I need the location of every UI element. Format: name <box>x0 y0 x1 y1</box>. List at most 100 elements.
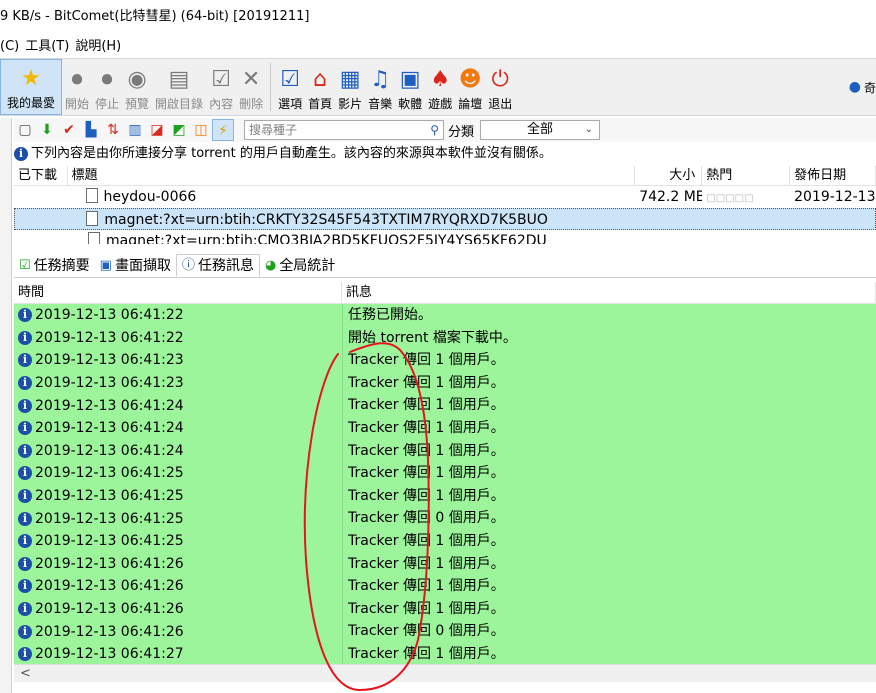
toolbar-right[interactable]: ● 奇 <box>849 59 876 115</box>
open-folder-button[interactable]: ▤ 開啟目錄 <box>152 59 206 115</box>
lightning-icon[interactable]: ⚡ <box>212 119 234 141</box>
info-icon: i <box>18 602 32 617</box>
tab-task-info[interactable]: ⓘ 任務訊息 <box>175 254 260 277</box>
log-row[interactable]: i 2019-12-13 06:41:26 Tracker 傳回 1 個用戶。 <box>14 575 876 598</box>
info-icon: i <box>18 330 32 345</box>
menu-item-help[interactable]: 說明(H) <box>75 36 121 58</box>
software-button[interactable]: ▣ 軟體 <box>395 59 425 115</box>
table-row-selected[interactable]: magnet:?xt=urn:btih:CRKTY32S45F543TXTIM7… <box>14 208 876 230</box>
log-row[interactable]: i 2019-12-13 06:41:24 Tracker 傳回 1 個用戶。 <box>14 416 876 440</box>
rss-icon[interactable]: ◫ <box>190 119 212 141</box>
stats-small-icon[interactable]: ▥ <box>124 119 146 141</box>
star-icon: ★ <box>21 66 41 91</box>
music-button[interactable]: ♫ 音樂 <box>365 59 395 115</box>
info-icon: i <box>18 466 32 481</box>
preview-icon: ◉ <box>127 67 147 92</box>
col-downloaded[interactable]: 已下載 <box>14 166 68 185</box>
new-task-icon[interactable]: ▢ <box>14 119 36 141</box>
log-row[interactable]: i 2019-12-13 06:41:25 Tracker 傳回 1 個用戶。 <box>14 484 876 508</box>
screenshot-icon: ▣ <box>99 257 112 273</box>
log-time: i 2019-12-13 06:41:25 <box>14 462 342 485</box>
log-row[interactable]: i 2019-12-13 06:41:25 Tracker 傳回 1 個用戶。 <box>14 462 876 485</box>
source-notice: i 下列內容是由你所連接分享 torrent 的用戶自動產生。該內容的來源與本軟… <box>14 144 552 164</box>
log-row[interactable]: i 2019-12-13 06:41:22 任務已開始。 <box>14 304 876 327</box>
log-row[interactable]: i 2019-12-13 06:41:23 Tracker 傳回 1 個用戶。 <box>14 349 876 372</box>
export-icon[interactable]: ◩ <box>168 119 190 141</box>
stop-icon: ⏺ <box>101 67 113 92</box>
log-message: Tracker 傳回 1 個用戶。 <box>342 349 876 372</box>
sort-icon[interactable]: ⇅ <box>102 119 124 141</box>
log-time: i 2019-12-13 06:41:25 <box>14 507 342 530</box>
log-row[interactable]: i 2019-12-13 06:41:25 Tracker 傳回 0 個用戶。 <box>14 507 876 530</box>
file-icon <box>86 211 99 226</box>
home-button[interactable]: ⌂ 首頁 <box>305 59 335 115</box>
search-icon[interactable]: ⚲ <box>430 121 439 139</box>
properties-button[interactable]: ☑ 內容 <box>206 59 236 115</box>
col-date[interactable]: 發佈日期 <box>790 166 876 185</box>
col-time[interactable]: 時間 <box>14 282 342 303</box>
options-button[interactable]: ☑ 選項 <box>275 59 305 115</box>
checkmark-icon[interactable]: ✔ <box>58 119 80 141</box>
log-row[interactable]: i 2019-12-13 06:41:26 Tracker 傳回 0 個用戶。 <box>14 620 876 643</box>
forum-label: 論壇 <box>458 97 483 111</box>
log-row[interactable]: i 2019-12-13 06:41:27 Tracker 傳回 1 個用戶。 <box>14 642 876 664</box>
log-row[interactable]: i 2019-12-13 06:41:25 Tracker 傳回 1 個用戶。 <box>14 529 876 553</box>
upload-icon[interactable]: ▙ <box>80 119 102 141</box>
download-arrow-icon[interactable]: ⬇ <box>36 119 58 141</box>
log-row[interactable]: i 2019-12-13 06:41:22 開始 torrent 檔案下載中。 <box>14 326 876 350</box>
preview-button[interactable]: ◉ 預覽 <box>122 59 152 115</box>
task-tabs: ☑ 任務摘要 ▣ 畫面擷取 ⓘ 任務訊息 ◕ 全局統計 <box>14 254 876 278</box>
info-icon: i <box>18 534 32 549</box>
scroll-left-arrow[interactable]: < <box>20 666 31 681</box>
log-row[interactable]: i 2019-12-13 06:41:24 Tracker 傳回 1 個用戶。 <box>14 394 876 417</box>
options-icon: ☑ <box>280 67 300 92</box>
menu-item-1[interactable]: (C) <box>0 36 19 58</box>
log-row[interactable]: i 2019-12-13 06:41:26 Tracker 傳回 1 個用戶。 <box>14 552 876 576</box>
video-button[interactable]: ▦ 影片 <box>335 59 365 115</box>
log-time: i 2019-12-13 06:41:25 <box>14 485 342 508</box>
tab-screenshot[interactable]: ▣ 畫面擷取 <box>95 254 176 277</box>
stop-button[interactable]: ⏺ 停止 <box>92 59 122 115</box>
menu-item-tools[interactable]: 工具(T) <box>25 36 69 58</box>
stop-label: 停止 <box>95 97 120 111</box>
info-icon: i <box>18 624 32 639</box>
forum-button[interactable]: ☻ 論壇 <box>455 59 485 115</box>
secondary-toolbar: ▢ ⬇ ✔ ▙ ⇅ ▥ ◪ ◩ ◫ ⚡ 搜尋種子 ⚲ 分類 全部 ⌄ <box>14 118 876 142</box>
game-label: 遊戲 <box>428 97 453 111</box>
category-select[interactable]: 全部 ⌄ <box>480 120 601 140</box>
row-hot <box>702 209 790 229</box>
start-label: 開始 <box>65 97 90 111</box>
tab-summary[interactable]: ☑ 任務摘要 <box>14 254 95 277</box>
log-time: i 2019-12-13 06:41:24 <box>14 440 342 463</box>
col-size[interactable]: 大小 <box>635 166 703 185</box>
start-button[interactable]: ⏺ 開始 <box>62 59 92 115</box>
row-title: heydou-0066 <box>68 186 636 208</box>
game-button[interactable]: ♠ 遊戲 <box>425 59 455 115</box>
video-label: 影片 <box>338 97 363 111</box>
log-row[interactable]: i 2019-12-13 06:41:23 Tracker 傳回 1 個用戶。 <box>14 371 876 395</box>
col-hot[interactable]: 熱門 <box>702 166 791 185</box>
home-label: 首頁 <box>308 97 333 111</box>
search-input[interactable]: 搜尋種子 ⚲ <box>244 120 444 140</box>
log-message: 開始 torrent 檔案下載中。 <box>342 326 876 350</box>
log-message: Tracker 傳回 1 個用戶。 <box>342 394 876 417</box>
info-icon: i <box>18 398 32 413</box>
log-row[interactable]: i 2019-12-13 06:41:26 Tracker 傳回 1 個用戶。 <box>14 597 876 621</box>
log-time: i 2019-12-13 06:41:22 <box>14 304 342 327</box>
table-row[interactable]: heydou-0066 742.2 MB □□□□□ 2019-12-13 <box>14 186 876 208</box>
table-row[interactable]: magnet:?xt=urn:btih:CMO3BJA2BD5KFUOS2F5J… <box>14 230 876 244</box>
log-row[interactable]: i 2019-12-13 06:41:24 Tracker 傳回 1 個用戶。 <box>14 439 876 463</box>
row-date <box>789 209 875 229</box>
tab-global-stats[interactable]: ◕ 全局統計 <box>260 254 340 277</box>
exit-button[interactable]: ⏻ 退出 <box>485 59 515 115</box>
delete-button[interactable]: ✕ 刪除 <box>236 59 266 115</box>
sidebar-strip <box>0 118 12 693</box>
game-icon: ♠ <box>430 67 451 92</box>
file-icon <box>88 232 100 244</box>
col-title[interactable]: 標題 <box>68 166 636 185</box>
import-icon[interactable]: ◪ <box>146 119 168 141</box>
favorites-button[interactable]: ★ 我的最愛 <box>0 59 62 115</box>
col-message[interactable]: 訊息 <box>342 282 876 303</box>
exit-label: 退出 <box>488 97 513 111</box>
horizontal-scrollbar[interactable]: < <box>14 664 876 682</box>
